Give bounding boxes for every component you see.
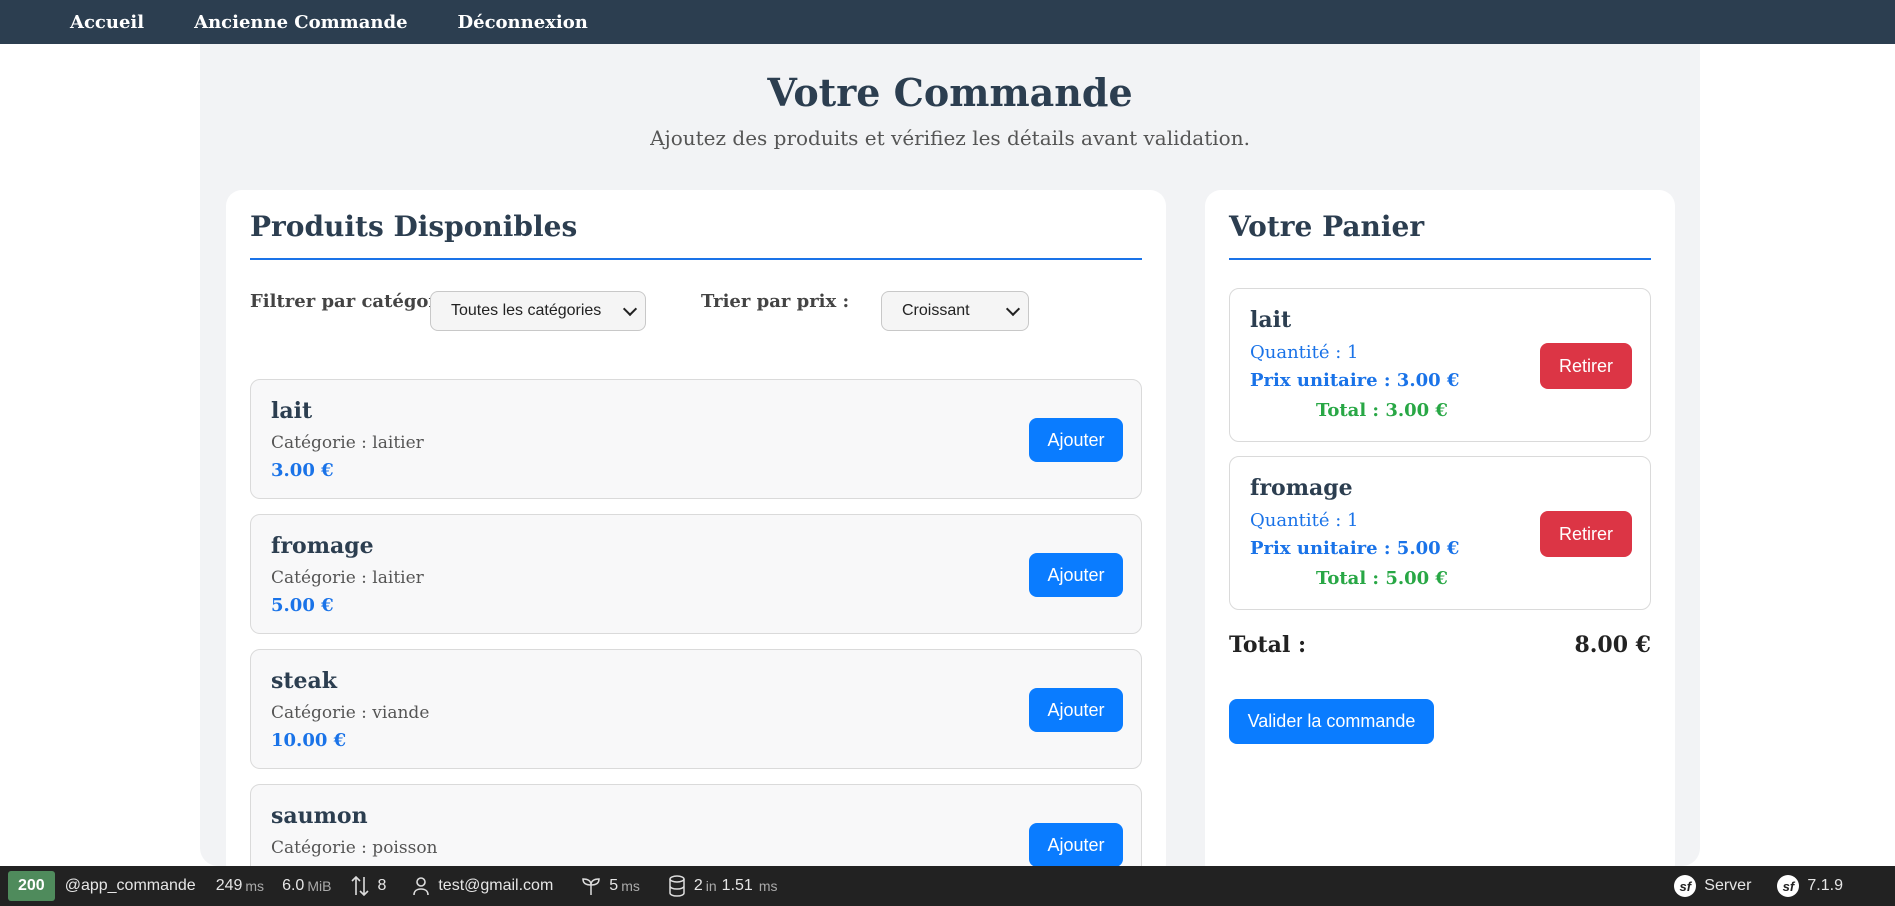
- chevron-down-icon: [1005, 301, 1021, 317]
- product-category: Catégorie : laitier: [271, 568, 424, 588]
- db-queries: 2: [693, 877, 703, 894]
- product-name: fromage: [271, 533, 374, 559]
- db-unit: ms: [758, 878, 778, 894]
- cart-list: lait Quantité : 1 Prix unitaire : 3.00 €…: [1229, 288, 1651, 624]
- user-item[interactable]: test@gmail.com: [412, 876, 553, 896]
- cart-item-name: fromage: [1250, 475, 1353, 501]
- db-in-label: in: [705, 878, 717, 894]
- main-container: Votre Commande Ajoutez des produits et v…: [200, 44, 1700, 880]
- db-time: 1.51: [721, 877, 753, 894]
- memory-item[interactable]: 6.0 MiB: [282, 877, 331, 895]
- products-title: Produits Disponibles: [250, 210, 578, 243]
- category-filter-value: Toutes les catégories: [451, 302, 602, 319]
- cart-title: Votre Panier: [1229, 210, 1425, 243]
- cart-total-value: 8.00 €: [1574, 632, 1651, 658]
- nav-accueil[interactable]: Accueil: [70, 12, 144, 33]
- cart-item-unit-price: Prix unitaire : 5.00 €: [1250, 538, 1460, 559]
- price-sort-value: Croissant: [902, 302, 970, 319]
- chevron-down-icon: [622, 301, 638, 317]
- requests-item[interactable]: 8: [351, 875, 386, 897]
- cart-item: lait Quantité : 1 Prix unitaire : 3.00 €…: [1229, 288, 1651, 442]
- product-price: 10.00 €: [271, 730, 347, 751]
- status-badge[interactable]: 200: [8, 871, 55, 901]
- time-value: 249: [215, 877, 243, 894]
- time-unit: ms: [245, 878, 265, 894]
- product-category: Catégorie : viande: [271, 703, 430, 723]
- arrows-updown-icon: [351, 875, 370, 897]
- add-button[interactable]: Ajouter: [1029, 823, 1123, 867]
- cart-item: fromage Quantité : 1 Prix unitaire : 5.0…: [1229, 456, 1651, 610]
- symfony-icon: sf: [1674, 875, 1697, 897]
- products-title-underline: [250, 258, 1142, 260]
- validate-order-button[interactable]: Valider la commande: [1229, 699, 1434, 744]
- requests-count: 8: [377, 877, 387, 894]
- product-item: lait Catégorie : laitier 3.00 € Ajouter: [250, 379, 1142, 499]
- product-category: Catégorie : poisson: [271, 838, 438, 858]
- products-panel: Produits Disponibles Filtrer par catégor…: [226, 190, 1166, 880]
- cart-item-total: Total : 3.00 €: [1316, 400, 1448, 421]
- price-sort-select[interactable]: Croissant: [881, 291, 1029, 331]
- sprout-icon: [582, 878, 601, 895]
- top-nav: Accueil Ancienne Commande Déconnexion: [0, 0, 1895, 44]
- add-button[interactable]: Ajouter: [1029, 553, 1123, 597]
- route-item[interactable]: @app_commande: [65, 877, 196, 895]
- user-email: test@gmail.com: [438, 877, 554, 894]
- nav-deconnexion[interactable]: Déconnexion: [458, 12, 588, 33]
- symfony-icon: sf: [1777, 875, 1800, 897]
- db-item[interactable]: 2 in 1.51 ms: [668, 875, 778, 897]
- debug-toolbar: 200 @app_commande 249 ms 6.0 MiB 8 test@gm…: [0, 866, 1895, 906]
- category-filter-select[interactable]: Toutes les catégories: [430, 291, 646, 331]
- product-name: steak: [271, 668, 338, 694]
- cart-panel: Votre Panier lait Quantité : 1 Prix unit…: [1205, 190, 1675, 880]
- memory-value: 6.0: [282, 877, 305, 894]
- version-item[interactable]: sf 7.1.9: [1777, 875, 1843, 897]
- database-icon: [669, 875, 685, 897]
- cart-total-label: Total :: [1229, 632, 1307, 658]
- product-item: steak Catégorie : viande 10.00 € Ajouter: [250, 649, 1142, 769]
- cart-item-name: lait: [1250, 307, 1292, 333]
- page-subtitle: Ajoutez des produits et vérifiez les dét…: [650, 126, 1250, 150]
- price-sort-label: Trier par prix :: [701, 291, 850, 312]
- memory-unit: MiB: [307, 878, 332, 894]
- cache-value: 5: [609, 877, 619, 894]
- route-name: @app_commande: [64, 877, 196, 894]
- product-name: lait: [271, 398, 313, 424]
- product-category: Catégorie : laitier: [271, 433, 424, 453]
- product-price: 5.00 €: [271, 595, 334, 616]
- cache-item[interactable]: 5 ms: [581, 876, 640, 896]
- remove-button[interactable]: Retirer: [1540, 511, 1632, 557]
- product-price: 3.00 €: [271, 460, 334, 481]
- add-button[interactable]: Ajouter: [1029, 688, 1123, 732]
- add-button[interactable]: Ajouter: [1029, 418, 1123, 462]
- server-label: Server: [1704, 877, 1752, 894]
- cache-unit: ms: [621, 878, 640, 894]
- cart-item-total: Total : 5.00 €: [1316, 568, 1448, 589]
- cart-item-unit-price: Prix unitaire : 3.00 €: [1250, 370, 1460, 391]
- cart-item-quantity: Quantité : 1: [1250, 342, 1359, 363]
- page-title: Votre Commande: [767, 70, 1133, 115]
- remove-button[interactable]: Retirer: [1540, 343, 1632, 389]
- version-value: 7.1.9: [1807, 877, 1843, 894]
- cart-title-underline: [1229, 258, 1651, 260]
- server-item[interactable]: sf Server: [1674, 875, 1751, 897]
- product-name: saumon: [271, 803, 368, 829]
- time-item[interactable]: 249 ms: [216, 877, 264, 895]
- toolbar-right: sf Server sf 7.1.9: [1654, 875, 1895, 897]
- cart-item-quantity: Quantité : 1: [1250, 510, 1359, 531]
- product-list: lait Catégorie : laitier 3.00 € Ajouter …: [250, 379, 1142, 880]
- nav-ancienne-commande[interactable]: Ancienne Commande: [194, 12, 407, 33]
- product-item: fromage Catégorie : laitier 5.00 € Ajout…: [250, 514, 1142, 634]
- user-icon: [413, 877, 430, 896]
